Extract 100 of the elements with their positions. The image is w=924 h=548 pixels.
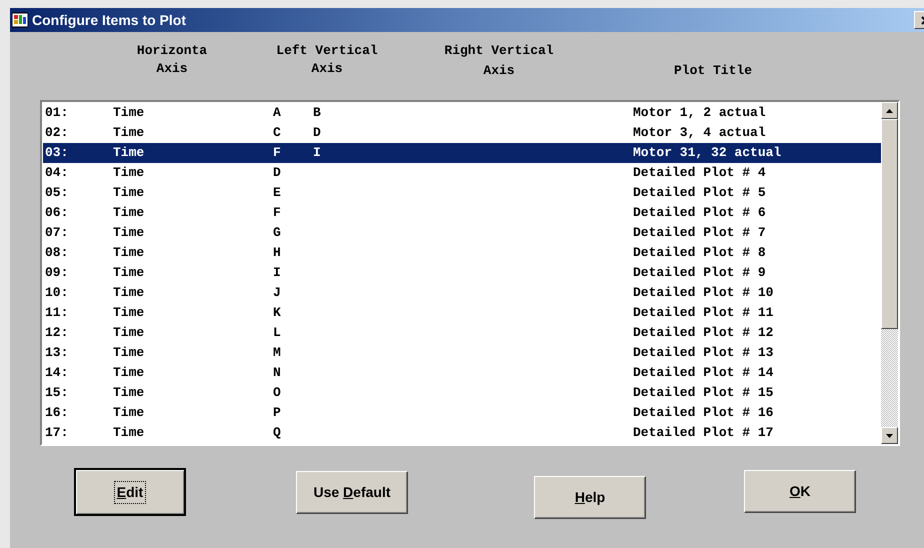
horizontal-axis-value: Time [113,244,146,262]
dialog-button[interactable]: OK [744,470,856,513]
scroll-down-button[interactable] [881,427,898,444]
column-header: Right Vertical [444,42,554,60]
list-row[interactable]: 06: Time F Detailed Plot # 6 [43,203,881,223]
horizontal-axis-value: Time [113,424,146,442]
horizontal-axis-value: Time [113,304,146,322]
list-row[interactable]: 16: Time P Detailed Plot # 16 [43,403,881,423]
left-axis-value: P [273,404,282,422]
list-row[interactable]: 01: Time A B Motor 1, 2 actual [43,103,881,123]
left-axis-value: Q [273,424,282,442]
row-number: 10: [44,284,70,302]
row-number: 13: [44,344,70,362]
left-axis-value: D [273,164,282,182]
list-row[interactable]: 17: Time Q Detailed Plot # 17 [43,423,881,443]
dialog-button[interactable]: Use Default [296,471,408,514]
column-header: Axis [311,60,343,78]
plot-title-value: Motor 3, 4 actual [633,124,766,142]
left-axis-value: D [313,124,322,142]
horizontal-axis-value: Time [113,224,146,242]
horizontal-axis-value: Time [113,344,146,362]
left-axis-value: K [273,304,282,322]
plot-title-value: Detailed Plot # 12 [633,324,774,342]
row-number: 17: [44,424,70,442]
row-number: 11: [44,304,70,322]
left-axis-value: L [273,324,282,342]
list-row[interactable]: 03: Time F I Motor 31, 32 actual [43,143,881,163]
plot-title-value: Motor 1, 2 actual [633,104,766,122]
left-axis-value: G [273,224,282,242]
scroll-up-button[interactable] [881,102,898,119]
column-header: Plot Title [674,63,752,78]
list-row[interactable]: 14: Time N Detailed Plot # 14 [43,363,881,383]
left-axis-value: N [273,364,282,382]
row-number: 07: [44,224,70,242]
plot-title-value: Detailed Plot # 5 [633,184,766,202]
plot-title-value: Detailed Plot # 7 [633,224,766,242]
horizontal-axis-value: Time [113,104,146,122]
plot-title-value: Detailed Plot # 16 [633,404,774,422]
row-number: 16: [44,404,70,422]
plot-title-value: Detailed Plot # 17 [633,424,774,442]
list-row[interactable]: 07: Time G Detailed Plot # 7 [43,223,881,243]
row-number: 09: [44,264,70,282]
plot-title-value: Motor 31, 32 actual [633,144,782,162]
row-number: 04: [44,164,70,182]
left-axis-value: F [273,204,282,222]
horizontal-axis-value: Time [113,404,146,422]
left-axis-value: H [273,244,282,262]
left-axis-value: A [273,104,282,122]
left-axis-value: I [313,144,322,162]
list-row[interactable]: 11: Time K Detailed Plot # 11 [43,303,881,323]
left-axis-value: I [273,264,282,282]
plot-title-value: Detailed Plot # 8 [633,244,766,262]
list-row[interactable]: 12: Time L Detailed Plot # 12 [43,323,881,343]
row-number: 06: [44,204,70,222]
column-header: Axis [156,60,188,78]
row-number: 03: [44,144,70,162]
horizontal-axis-value: Time [113,284,146,302]
list-row[interactable]: 15: Time O Detailed Plot # 15 [43,383,881,403]
horizontal-axis-value: Time [113,124,146,142]
list-row[interactable]: 02: Time C D Motor 3, 4 actual [43,123,881,143]
horizontal-axis-value: Time [113,384,146,402]
scroll-thumb[interactable] [881,119,898,329]
column-header: Left Vertical [276,42,378,60]
left-axis-value: C [273,124,282,142]
left-axis-value: F [273,144,282,162]
horizontal-axis-value: Time [113,164,146,182]
plot-title-value: Detailed Plot # 15 [633,384,774,402]
left-axis-value: E [273,184,282,202]
app-icon [12,12,28,28]
plot-title-value: Detailed Plot # 13 [633,344,774,362]
row-number: 02: [44,124,70,142]
horizontal-axis-value: Time [113,204,146,222]
row-number: 12: [44,324,70,342]
left-axis-value: M [273,344,282,362]
column-header: Axis [483,62,515,80]
plot-title-value: Detailed Plot # 4 [633,164,766,182]
left-axis-value: J [273,284,282,302]
row-number: 14: [44,364,70,382]
row-number: 15: [44,384,70,402]
plot-title-value: Detailed Plot # 14 [633,364,774,382]
list-row[interactable]: 04: Time D Detailed Plot # 4 [43,163,881,183]
horizontal-axis-value: Time [113,184,146,202]
list-row[interactable]: 05: Time E Detailed Plot # 5 [43,183,881,203]
down-arrow-icon [886,434,893,438]
list-row[interactable]: 13: Time M Detailed Plot # 13 [43,343,881,363]
dialog-button[interactable]: Help [534,476,646,519]
dialog-button[interactable]: Edit [74,468,186,516]
left-axis-value: B [313,104,322,122]
plot-title-value: Detailed Plot # 10 [633,284,774,302]
plot-title-value: Detailed Plot # 9 [633,264,766,282]
horizontal-axis-value: Time [113,144,146,162]
scrollbar[interactable] [881,102,898,444]
list-row[interactable]: 08: Time H Detailed Plot # 8 [43,243,881,263]
horizontal-axis-value: Time [113,364,146,382]
list-row[interactable]: 10: Time J Detailed Plot # 10 [43,283,881,303]
plot-title-value: Detailed Plot # 11 [633,304,774,322]
horizontal-axis-value: Time [113,264,146,282]
list-row[interactable]: 09: Time I Detailed Plot # 9 [43,263,881,283]
column-header: Horizonta [136,42,208,60]
plot-title-value: Detailed Plot # 6 [633,204,766,222]
